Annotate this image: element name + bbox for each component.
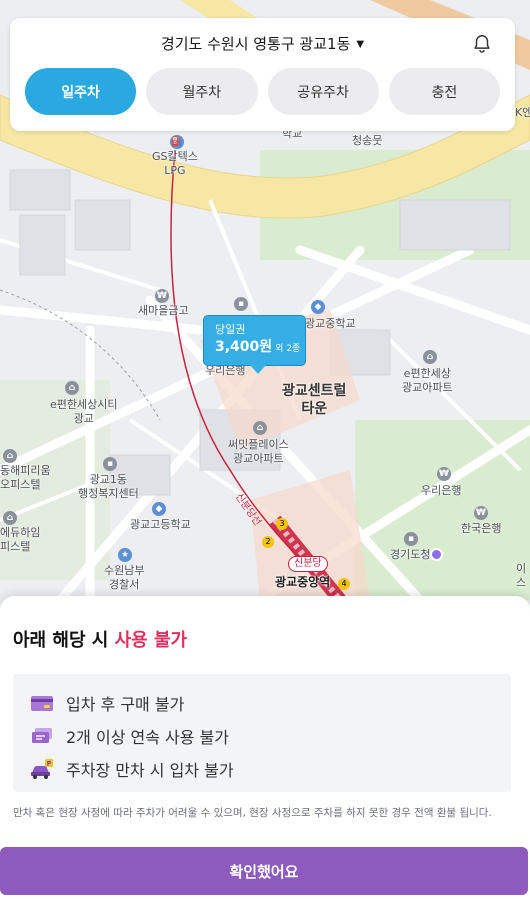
apartment-icon-2: ⌂ <box>65 381 79 395</box>
bank-icon-3: ₩ <box>474 506 488 520</box>
map-label-central-town: 광교센트럴 타운 <box>282 383 347 417</box>
map-label-welfare: 광교1동 행정복지센터 <box>78 473 139 500</box>
bank-icon-2: ₩ <box>437 467 451 481</box>
tab-charging[interactable]: 충전 <box>388 68 500 115</box>
svg-text:P: P <box>47 760 52 767</box>
exit-4-icon: 4 <box>338 578 350 590</box>
sheet-title-highlight: 사용 불가 <box>114 630 188 651</box>
sinbundang-badge: 신분당 <box>288 556 328 572</box>
sheet-title-prefix: 아래 해당 시 <box>13 630 115 651</box>
gas-station-icon: ⛽ <box>170 135 184 149</box>
exit-2-icon: 2 <box>262 536 274 548</box>
map-label-ecohaim: 에듀하임 피스텔 <box>0 526 41 553</box>
location-selector[interactable]: 경기도 수원시 영통구 광교1동 ▼ <box>10 33 515 54</box>
map-label-station: 광교중앙역 <box>275 575 331 589</box>
credit-card-icon <box>31 695 53 711</box>
bank-icon: ₩ <box>155 289 169 303</box>
location-text: 경기도 수원시 영통구 광교1동 <box>160 35 351 53</box>
tab-daily-parking[interactable]: 일주차 <box>25 68 137 115</box>
map-label-gwanggyo-middle: 광교중학교 <box>305 317 356 330</box>
restriction-bottom-sheet: 아래 해당 시 사용 불가 입차 후 구매 불가 2개 이상 연속 사용 불가 … <box>0 596 530 907</box>
list-item: 2개 이상 연속 사용 불가 <box>30 719 511 752</box>
apartment-icon: ⌂ <box>423 350 437 364</box>
bell-icon[interactable] <box>471 33 493 55</box>
tab-monthly-parking[interactable]: 월주차 <box>146 68 258 115</box>
current-location-dot <box>430 548 443 561</box>
rule-text: 2개 이상 연속 사용 불가 <box>66 727 230 747</box>
building-icon-2: ▪ <box>103 457 117 471</box>
map-label-efun-city: e편한세상시티 광교 <box>50 398 118 425</box>
map-label-cheongsong: 청송뭇 <box>352 134 383 147</box>
list-item: P 주차장 만차 시 입차 불가 <box>30 752 511 785</box>
government-icon: ▪ <box>404 532 418 546</box>
map-label-woori-2: 우리은행 <box>421 484 462 497</box>
exit-3-icon: 3 <box>276 518 288 530</box>
apartment-icon-5: ⌂ <box>3 511 17 525</box>
sheet-title: 아래 해당 시 사용 불가 <box>13 626 187 652</box>
parking-price-marker[interactable]: 당일권 3,400원 외 2종 <box>203 315 306 374</box>
top-header-card: 경기도 수원시 영통구 광교1동 ▼ 일주차 월주차 공유주차 충전 <box>10 18 515 131</box>
apartment-icon-3: ⌂ <box>253 421 267 435</box>
parking-car-icon: P <box>31 758 53 779</box>
map-label-gyeonggi: 경기도청 <box>390 548 431 561</box>
marker-extra: 외 2종 <box>275 344 301 354</box>
map-label-right-edge: 이 스 <box>516 562 527 589</box>
map-label-police: 수원남부 경찰서 <box>104 564 145 591</box>
map-label-woori-1: 우리은행 <box>205 364 246 377</box>
caret-down-icon: ▼ <box>356 39 365 50</box>
marker-price: 3,400원 <box>215 339 273 355</box>
restriction-list: 입차 후 구매 불가 2개 이상 연속 사용 불가 P 주차장 만차 시 입차 … <box>13 674 511 792</box>
map-label-hanguk: 한국은행 <box>461 522 502 535</box>
refund-note: 만차 혹은 현장 사정에 따라 주차가 어려울 수 있으며, 현장 사정으로 주… <box>13 807 492 819</box>
list-item: 입차 후 구매 불가 <box>30 686 511 719</box>
school-icon-2: ◆ <box>152 502 166 516</box>
map-label-thepalace: 써밋플레이스 광교아파트 <box>228 438 289 465</box>
building-icon: ▪ <box>234 297 248 311</box>
tickets-icon <box>32 727 52 743</box>
marker-ticket-type: 당일권 <box>215 323 246 336</box>
map-label-saemaeul: 새마을금고 <box>138 304 189 317</box>
map-label-donghae: 동해피리움 오피스텔 <box>0 464 51 491</box>
confirm-button[interactable]: 확인했어요 <box>0 847 528 895</box>
rule-text: 입차 후 구매 불가 <box>66 694 185 714</box>
map-label-kyen: K엔 <box>515 106 530 119</box>
map-label-efun-apt: e편한세상 광교아파트 <box>402 367 453 394</box>
map-label-gs-station: GS칼텍스 LPG <box>152 150 198 177</box>
school-icon: ◆ <box>311 300 325 314</box>
map-label-highschool: 광교고등학교 <box>130 518 191 531</box>
rule-text: 주차장 만차 시 입차 불가 <box>66 760 234 780</box>
parking-type-tabs: 일주차 월주차 공유주차 충전 <box>25 68 500 115</box>
tab-shared-parking[interactable]: 공유주차 <box>267 68 379 115</box>
apartment-icon-4: ⌂ <box>3 449 17 463</box>
police-icon: ★ <box>118 548 132 562</box>
